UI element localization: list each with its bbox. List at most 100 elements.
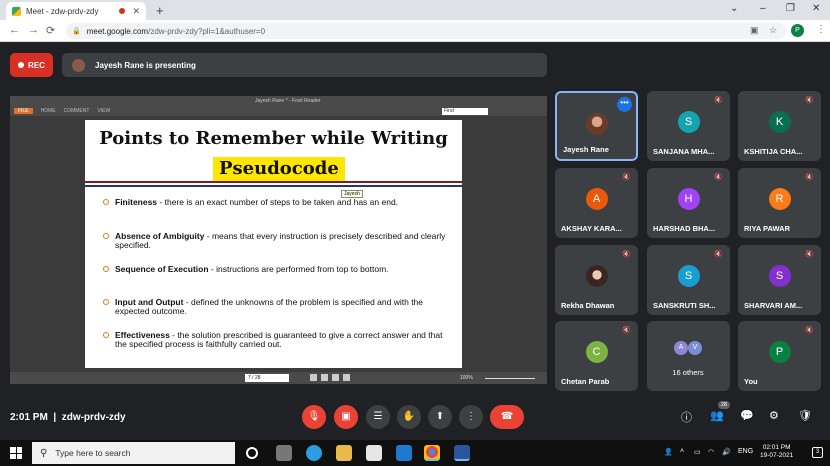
- participant-avatar: R: [768, 188, 791, 210]
- participant-avatar: C: [585, 341, 608, 363]
- tab-meet[interactable]: Meet - zdw-prdv-zdy ✕: [6, 2, 146, 20]
- participant-tile[interactable]: S 🔇 SHARVARI AM...: [738, 245, 821, 315]
- browser-menu-icon[interactable]: ⋮: [816, 24, 826, 35]
- participant-name: Jayesh Rane: [563, 145, 609, 154]
- taskbar-clock[interactable]: 02:01 PM 19-07-2021: [760, 444, 793, 460]
- tray-chevron-icon[interactable]: ˄: [680, 448, 684, 455]
- chat-icon[interactable]: 💬: [740, 409, 754, 422]
- captions-button[interactable]: ☰: [366, 405, 390, 429]
- windows-taskbar: ⚲ Type here to search 👤 ˄ ▭ ◠ 🔊 ENG 02:01…: [0, 440, 830, 466]
- meeting-clock: 2:01 PM | zdw-prdv-zdy: [10, 412, 126, 423]
- presenting-label: Jayesh Rane is presenting: [95, 60, 196, 70]
- bullet-text: - instructions are performed from top to…: [208, 264, 389, 274]
- rec-label: REC: [28, 60, 45, 70]
- page-indicator: 7 / 28: [245, 374, 289, 382]
- participant-tile[interactable]: H 🔇 HARSHAD BHA...: [647, 168, 730, 238]
- taskbar-search-placeholder: Type here to search: [55, 448, 131, 458]
- wifi-icon[interactable]: ◠: [708, 448, 714, 456]
- bullet-icon: [103, 299, 109, 305]
- reader-title: Jayesh Rane * - Foxit Reader: [255, 98, 321, 104]
- back-icon[interactable]: ←: [9, 24, 20, 36]
- word-icon[interactable]: [454, 445, 470, 461]
- close-window-button[interactable]: ✕: [812, 3, 820, 14]
- mic-muted-icon: 🔇: [805, 327, 814, 334]
- forward-icon[interactable]: →: [28, 24, 39, 36]
- present-button[interactable]: ⬆: [428, 405, 452, 429]
- participant-name: Chetan Parab: [561, 377, 610, 386]
- battery-icon[interactable]: ▭: [694, 448, 701, 456]
- cortana-icon[interactable]: [246, 447, 258, 459]
- chrome-icon[interactable]: [424, 445, 440, 461]
- more-options-button[interactable]: ⋮: [459, 405, 483, 429]
- participant-tile[interactable]: P 🔇 You: [738, 321, 821, 391]
- participant-tile[interactable]: A V 16 others: [647, 321, 730, 391]
- rec-button[interactable]: REC: [10, 53, 53, 77]
- participant-avatar: [585, 113, 608, 135]
- rec-dot-icon: [18, 62, 25, 68]
- participant-tile[interactable]: R 🔇 RIYA PAWAR: [738, 168, 821, 238]
- participant-avatar: K: [768, 111, 791, 133]
- file-explorer-icon[interactable]: [336, 445, 352, 461]
- windows-start-icon[interactable]: [10, 447, 22, 459]
- search-icon: ⚲: [40, 447, 48, 459]
- address-bar: ← → ⟳ 🔒 meet.google.com/zdw-prdv-zdy?pli…: [0, 20, 830, 42]
- bullet-item: Sequence of Execution - instructions are…: [103, 265, 449, 274]
- volume-icon[interactable]: 🔊: [722, 448, 731, 456]
- reader-menu-file: FILE: [14, 108, 33, 114]
- camera-icon[interactable]: ▣: [750, 25, 759, 36]
- maximize-button[interactable]: ❐: [786, 3, 795, 14]
- host-controls-icon[interactable]: 🛡: [798, 409, 812, 422]
- participant-name: SANJANA MHA...: [653, 147, 715, 156]
- lock-icon: 🔒: [72, 28, 81, 35]
- camera-off-button[interactable]: ▣: [334, 405, 358, 429]
- participant-avatar: P: [768, 341, 791, 363]
- end-call-button[interactable]: ☎: [490, 405, 524, 429]
- reload-icon[interactable]: ⟳: [46, 24, 55, 37]
- participant-tile[interactable]: 🔇 Rekha Dhawan: [555, 245, 638, 315]
- participant-avatar: S: [677, 265, 700, 287]
- people-icon[interactable]: 👥: [710, 409, 724, 422]
- url-host: meet.google.com: [86, 26, 149, 36]
- participant-tile[interactable]: ••• Jayesh Rane: [555, 91, 638, 161]
- edge-icon[interactable]: [306, 445, 322, 461]
- minimize-button[interactable]: –: [760, 3, 766, 14]
- notification-icon[interactable]: 3: [812, 447, 823, 458]
- reader-menu-comment: COMMENT: [63, 108, 90, 114]
- language-indicator[interactable]: ENG: [738, 448, 753, 455]
- more-options-icon[interactable]: •••: [617, 97, 632, 112]
- presenting-banner: Jayesh Rane is presenting: [62, 53, 547, 77]
- new-tab-button[interactable]: +: [156, 3, 164, 18]
- taskbar-search[interactable]: ⚲ Type here to search: [32, 442, 235, 464]
- participant-tile[interactable]: S 🔇 SANSKRUTI SH...: [647, 245, 730, 315]
- activities-icon[interactable]: ⚙: [769, 409, 779, 422]
- mail-icon[interactable]: [396, 445, 412, 461]
- taskbar-time: 02:01 PM: [762, 444, 791, 451]
- url-field[interactable]: 🔒 meet.google.com/zdw-prdv-zdy?pli=1&aut…: [66, 23, 786, 39]
- close-tab-icon[interactable]: ✕: [132, 6, 140, 17]
- bookmark-star-icon[interactable]: ☆: [769, 25, 777, 36]
- task-view-icon[interactable]: [276, 445, 292, 461]
- participant-tile[interactable]: S 🔇 SANJANA MHA...: [647, 91, 730, 161]
- mic-muted-icon: 🔇: [805, 174, 814, 181]
- participant-avatar: A: [674, 341, 688, 355]
- reader-search: Find: [442, 108, 488, 115]
- participant-name: AKSHAY KARA...: [561, 224, 622, 233]
- mic-off-button[interactable]: 🎙: [302, 405, 326, 429]
- participant-tile[interactable]: C 🔇 Chetan Parab: [555, 321, 638, 391]
- bullet-item: Effectiveness - the solution prescribed …: [103, 331, 449, 349]
- view-mode-icons: [310, 374, 350, 381]
- participant-name: RIYA PAWAR: [744, 224, 790, 233]
- participant-tile[interactable]: K 🔇 KSHITIJA CHA...: [738, 91, 821, 161]
- bullet-item: Absence of Ambiguity - means that every …: [103, 232, 449, 250]
- raise-hand-button[interactable]: ✋: [397, 405, 421, 429]
- store-icon[interactable]: [366, 445, 382, 461]
- tab-search-icon[interactable]: ⌄: [730, 3, 738, 14]
- profile-avatar[interactable]: P: [791, 24, 804, 37]
- participant-avatar: V: [688, 341, 702, 355]
- reader-menu-home: HOME: [40, 108, 56, 114]
- people-tray-icon[interactable]: 👤: [664, 448, 673, 456]
- participant-tile[interactable]: A 🔇 AKSHAY KARA...: [555, 168, 638, 238]
- bullet-item: Finiteness - there is an exact number of…: [103, 198, 449, 207]
- bullet-icon: [103, 199, 109, 205]
- info-icon[interactable]: ⓘ: [681, 409, 692, 425]
